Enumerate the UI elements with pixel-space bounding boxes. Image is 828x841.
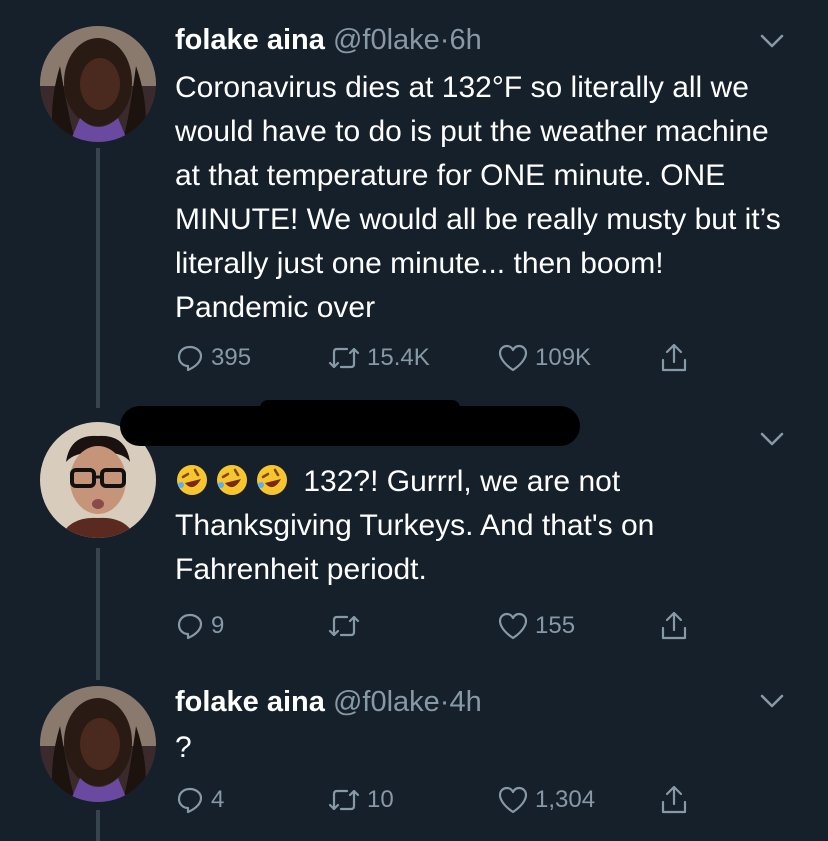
share-button[interactable]: [659, 606, 689, 646]
like-count: 1,304: [535, 786, 596, 813]
reply-count: 4: [211, 786, 225, 813]
tweet-actions: 9 155: [175, 606, 715, 646]
tweet-header: folake aina @f0lake·6h: [175, 20, 748, 60]
reply-button[interactable]: 9: [175, 606, 224, 646]
chevron-down-icon[interactable]: [758, 690, 786, 712]
like-count: 155: [535, 612, 576, 639]
thread-connector: [96, 810, 100, 841]
tweet-1[interactable]: folake aina @f0lake·6h Coronavirus dies …: [0, 0, 828, 408]
retweet-button[interactable]: 15.4K: [327, 338, 430, 378]
reply-icon: [177, 613, 203, 640]
share-icon: [661, 343, 687, 372]
reply-button[interactable]: 395: [175, 338, 251, 378]
like-button[interactable]: 109K: [497, 338, 591, 378]
retweet-button[interactable]: [327, 606, 367, 646]
chevron-down-icon[interactable]: [758, 30, 786, 52]
like-icon: [498, 786, 528, 814]
like-count: 109K: [535, 344, 592, 371]
reply-icon: [177, 787, 203, 814]
handle[interactable]: @f0lake: [333, 24, 440, 56]
rofl-emoji-icon: [177, 465, 207, 495]
display-name[interactable]: folake aina: [175, 686, 325, 718]
tweet-text: Coronavirus dies at 132°F so literally a…: [175, 71, 781, 324]
reply-count: 9: [211, 612, 225, 639]
like-icon: [498, 612, 528, 640]
like-button[interactable]: 155: [497, 606, 575, 646]
tweet-3[interactable]: folake aina @f0lake·4h ? 4 10 1,304: [0, 668, 828, 841]
avatar-folake[interactable]: [40, 686, 156, 802]
tweet-text-block: 132?! Gurrrl, we are not Thanksgiving Tu…: [175, 460, 795, 592]
thread-connector: [96, 548, 100, 680]
retweet-icon: [328, 789, 360, 811]
tweet-thread: folake aina @f0lake·6h Coronavirus dies …: [0, 0, 828, 841]
reply-icon: [177, 345, 203, 372]
share-icon: [661, 611, 687, 640]
like-icon: [498, 344, 528, 372]
rofl-emoji-icon: [217, 465, 247, 495]
tweet-text: ?: [175, 731, 192, 764]
timestamp[interactable]: 6h: [449, 24, 481, 56]
retweet-icon: [328, 347, 360, 369]
like-button[interactable]: 1,304: [497, 780, 595, 820]
handle[interactable]: @f0lake: [333, 686, 440, 718]
reply-button[interactable]: 4: [175, 780, 224, 820]
retweet-count: 10: [367, 786, 394, 813]
retweet-icon: [328, 615, 360, 637]
redacted-name-top: [260, 400, 460, 416]
share-button[interactable]: [659, 338, 689, 378]
share-icon: [661, 785, 687, 814]
display-name[interactable]: folake aina: [175, 24, 325, 56]
retweet-count: 15.4K: [367, 344, 430, 371]
thread-connector: [96, 148, 100, 408]
tweet-2[interactable]: 132?! Gurrrl, we are not Thanksgiving Tu…: [0, 400, 828, 680]
retweet-button[interactable]: 10: [327, 780, 394, 820]
rofl-emoji-icon: [257, 465, 287, 495]
avatar-folake[interactable]: [40, 26, 156, 142]
tweet-actions: 395 15.4K 109K: [175, 338, 715, 378]
reply-count: 395: [211, 344, 252, 371]
tweet-header: folake aina @f0lake·4h: [175, 682, 748, 722]
timestamp[interactable]: 4h: [449, 686, 481, 718]
share-button[interactable]: [659, 780, 689, 820]
tweet-actions: 4 10 1,304: [175, 780, 715, 820]
chevron-down-icon[interactable]: [758, 428, 786, 450]
